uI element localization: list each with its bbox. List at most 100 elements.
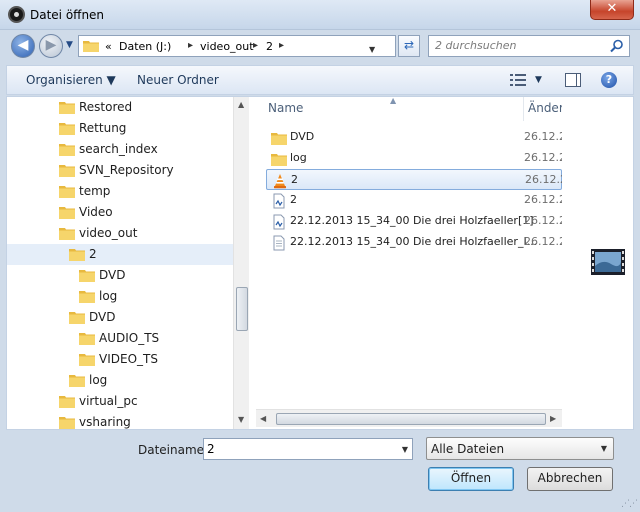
filename-label: Dateiname: <box>138 443 209 457</box>
column-divider[interactable] <box>523 97 524 121</box>
folder-icon <box>79 354 95 366</box>
search-box[interactable] <box>428 35 630 57</box>
resize-grip-icon[interactable]: ⋰⋰ <box>621 499 638 509</box>
filetype-select[interactable]: Alle Dateien ▼ <box>426 437 614 460</box>
filename-combobox[interactable]: ▼ <box>203 438 413 460</box>
tree-item-label: Video <box>79 205 113 219</box>
folder-icon <box>59 228 75 240</box>
back-button[interactable]: ◀ <box>11 34 35 58</box>
file-date: 26.12.2 <box>524 193 562 206</box>
breadcrumb-2[interactable]: 2 <box>266 40 273 53</box>
tree-item-log[interactable]: log <box>7 286 233 307</box>
file-row-holzfaeller-2[interactable]: 22.12.2013 15_34_00 Die drei Holzfaeller… <box>266 232 562 253</box>
tree-item-search-index[interactable]: search_index <box>7 139 233 160</box>
view-dropdown-icon[interactable]: ▼ <box>535 75 542 85</box>
tree-item-2[interactable]: 2 <box>7 244 233 265</box>
filetype-value: Alle Dateien <box>431 442 505 456</box>
sort-ascending-icon: ▲ <box>390 97 397 105</box>
preview-pane <box>563 97 633 429</box>
chevron-down-icon[interactable]: ▼ <box>402 445 408 454</box>
command-bar: Organisieren ▼ Neuer Ordner ▼ ? <box>6 65 634 95</box>
window-title: Datei öffnen <box>30 8 105 22</box>
tree-item-video[interactable]: Video <box>7 202 233 223</box>
preview-pane-icon[interactable] <box>565 73 581 87</box>
file-name: log <box>290 151 307 164</box>
file-date: 26.12.2 <box>524 130 562 143</box>
refresh-button[interactable]: ⇄ <box>398 35 420 57</box>
scroll-up-arrow-icon[interactable]: ▲ <box>238 100 244 109</box>
tree-item-temp[interactable]: temp <box>7 181 233 202</box>
tree-item-audio-ts[interactable]: AUDIO_TS <box>7 328 233 349</box>
breadcrumb-separator[interactable]: ▸ <box>279 40 284 51</box>
file-row-log[interactable]: log 26.12.2 <box>266 148 562 169</box>
scrollbar-thumb[interactable] <box>276 413 546 425</box>
tree-item-vsharing[interactable]: vsharing <box>7 412 233 429</box>
tree-item-label: search_index <box>79 142 158 156</box>
filename-input[interactable] <box>207 442 387 456</box>
scroll-down-arrow-icon[interactable]: ▼ <box>238 415 244 424</box>
forward-button[interactable]: ▶ <box>39 34 63 58</box>
file-name: DVD <box>290 130 315 143</box>
scroll-left-arrow-icon[interactable]: ◀ <box>260 414 266 423</box>
folder-icon <box>69 249 85 261</box>
tree-item-dvd[interactable]: DVD <box>7 265 233 286</box>
tree-item-label: virtual_pc <box>79 394 138 408</box>
file-name: 2 <box>291 173 298 186</box>
new-folder-button[interactable]: Neuer Ordner <box>137 73 219 87</box>
close-button[interactable]: ✕ <box>590 0 634 20</box>
address-history-dropdown[interactable]: ▼ <box>369 45 375 54</box>
tree-item-label: log <box>89 373 108 387</box>
column-header-name[interactable]: Name <box>268 101 303 115</box>
folder-icon <box>59 186 75 198</box>
chevron-down-icon[interactable]: ▼ <box>601 444 607 453</box>
tree-item-log[interactable]: log <box>7 370 233 391</box>
search-icon[interactable] <box>609 38 625 54</box>
tree-item-restored[interactable]: Restored <box>7 97 233 118</box>
column-header-date[interactable]: Änder <box>528 101 562 115</box>
view-options-icon[interactable] <box>510 74 526 86</box>
file-date: 26.12.2 <box>524 151 562 164</box>
folder-icon <box>59 396 75 408</box>
breadcrumb-drive[interactable]: Daten (J:) <box>119 40 171 53</box>
folder-icon <box>59 123 75 135</box>
file-list-horizontal-scrollbar[interactable]: ◀ ▶ <box>256 409 562 427</box>
breadcrumb-overflow[interactable]: « <box>105 40 112 53</box>
file-row-2-media[interactable]: 2 26.12.2 <box>266 169 562 190</box>
scroll-right-arrow-icon[interactable]: ▶ <box>550 414 556 423</box>
video-thumbnail-icon <box>591 249 625 275</box>
scrollbar-thumb[interactable] <box>236 287 248 331</box>
open-button[interactable]: Öffnen <box>428 467 514 491</box>
tree-item-video-out[interactable]: video_out <box>7 223 233 244</box>
cancel-button[interactable]: Abbrechen <box>527 467 613 491</box>
recent-pages-dropdown[interactable]: ▼ <box>66 40 73 50</box>
breadcrumb-separator[interactable]: ▸ <box>253 40 258 51</box>
folder-icon <box>59 102 75 114</box>
file-name: 22.12.2013 15_34_00 Die drei Holzfaeller… <box>290 235 538 248</box>
tree-item-label: AUDIO_TS <box>99 331 160 345</box>
tree-item-label: 2 <box>89 247 97 261</box>
address-bar[interactable]: « Daten (J:) ▸ video_out ▸ 2 ▸ ▼ <box>78 35 396 57</box>
search-input[interactable] <box>435 39 605 52</box>
folder-icon <box>79 270 95 282</box>
navigation-pane: Restored Rettung search_index SVN_Reposi… <box>7 97 249 429</box>
vlc-cone-icon <box>274 174 286 189</box>
organize-button[interactable]: Organisieren ▼ <box>26 73 116 87</box>
tree-item-dvd[interactable]: DVD <box>7 307 233 328</box>
file-row-dvd[interactable]: DVD 26.12.2 <box>266 127 562 148</box>
folder-icon <box>79 333 95 345</box>
tree-item-video-ts[interactable]: VIDEO_TS <box>7 349 233 370</box>
folder-icon <box>69 312 85 324</box>
help-icon[interactable]: ? <box>601 72 617 88</box>
breadcrumb-separator[interactable]: ▸ <box>188 40 193 51</box>
text-file-icon <box>273 235 285 251</box>
tree-item-label: video_out <box>79 226 138 240</box>
tree-item-virtual-pc[interactable]: virtual_pc <box>7 391 233 412</box>
navigation-scrollbar[interactable]: ▲ ▼ <box>233 97 249 429</box>
file-date: 26.12.2 <box>524 214 562 227</box>
breadcrumb-video-out[interactable]: video_out <box>200 40 254 53</box>
tree-item-rettung[interactable]: Rettung <box>7 118 233 139</box>
file-row-2-audio[interactable]: 2 26.12.2 <box>266 190 562 211</box>
file-row-holzfaeller-1[interactable]: 22.12.2013 15_34_00 Die drei Holzfaeller… <box>266 211 562 232</box>
tree-item-svn-repository[interactable]: SVN_Repository <box>7 160 233 181</box>
folder-icon <box>59 417 75 429</box>
